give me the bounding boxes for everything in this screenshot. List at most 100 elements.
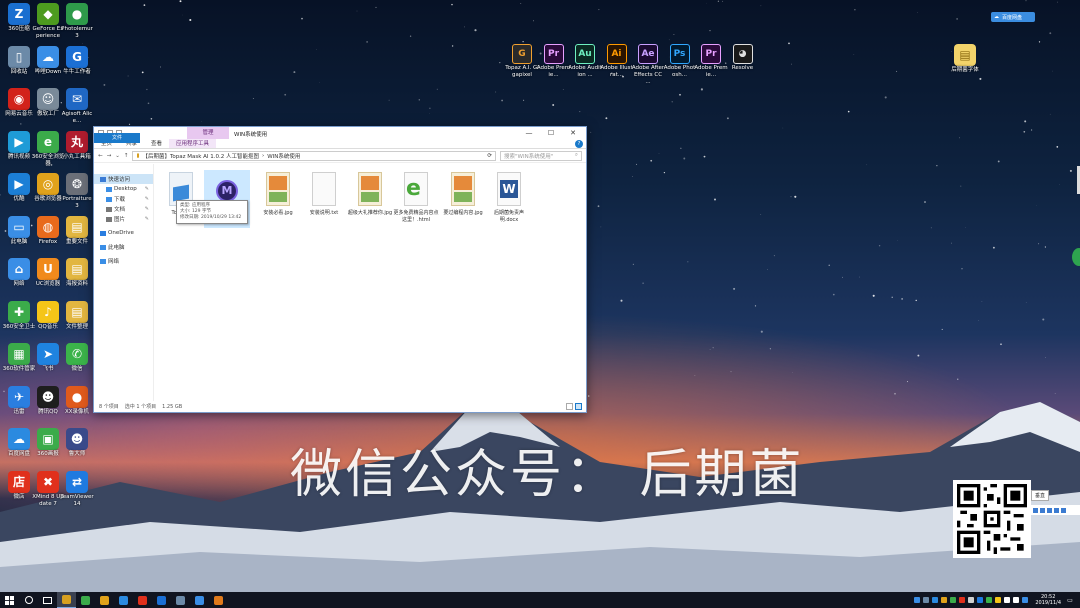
taskbar-app-button[interactable] <box>190 592 209 608</box>
desktop-icon[interactable]: ❂ Portraiture 3 <box>60 173 94 210</box>
taskbar-app-button[interactable] <box>209 592 228 608</box>
search-icon: ⌕ <box>574 152 578 158</box>
desktop-icon[interactable]: ✆ 微信 <box>60 343 94 373</box>
desktop-app-icon[interactable]: Au Adobe Audition ... <box>568 44 602 79</box>
desktop-app-icon[interactable]: G Topaz A.I. Gigapixel <box>505 44 539 79</box>
ime-keyboard-icon[interactable] <box>1040 507 1045 513</box>
cortana-button[interactable] <box>19 592 38 608</box>
desktop-app-icon[interactable]: Pr Adobe Premie... <box>694 44 728 79</box>
tray-app-icon[interactable] <box>968 597 975 603</box>
maximize-button[interactable]: ☐ <box>540 127 562 139</box>
window-title: WIN系统使用 <box>234 132 268 138</box>
app-icon: 店 <box>8 470 30 493</box>
tray-volume-icon[interactable] <box>1013 597 1020 603</box>
desktop-app-icon[interactable]: ◕ Resolve <box>726 44 760 72</box>
nav-item[interactable]: 此电脑 <box>94 242 153 252</box>
details-view-button[interactable] <box>566 403 573 410</box>
minimize-button[interactable]: — <box>518 127 540 139</box>
ime-toolbar[interactable] <box>1030 505 1080 515</box>
desktop-icon[interactable]: ▤ 重要文件 <box>60 215 94 246</box>
desktop-app-icon[interactable]: Ae Adobe After Effects CC ... <box>631 44 665 86</box>
file-explorer-window: 管理 WIN系统使用 — ☐ ✕ 文件 主页 共享 查看 应用程序工具 ? ← … <box>93 126 587 413</box>
pin-icon[interactable]: ✎ <box>145 206 149 212</box>
forward-arrow-icon[interactable]: → <box>107 153 112 159</box>
desktop-app-icon[interactable]: Pr Adobe Premie... <box>537 44 571 79</box>
tray-app-icon[interactable] <box>923 597 930 603</box>
nav-item[interactable]: OneDrive <box>94 228 153 238</box>
tray-app-icon[interactable] <box>914 597 921 603</box>
desktop-app-icon[interactable]: Ps Adobe Photosh... <box>663 44 697 79</box>
app-icon: ▤ <box>66 300 88 323</box>
tray-cloud-icon[interactable] <box>932 597 939 603</box>
address-row: ← → ⌄ ↑ ▮ 【后期菌】Topaz Mask AI 1.0.2 人工智能抠… <box>94 149 586 163</box>
up-arrow-icon[interactable]: ↑ <box>124 153 129 159</box>
nav-item[interactable]: 下载 ✎ <box>94 194 153 204</box>
desktop-icon[interactable]: ● XX录像机 <box>60 385 94 416</box>
recent-dropdown-icon[interactable]: ⌄ <box>115 153 120 159</box>
back-arrow-icon[interactable]: ← <box>98 153 103 159</box>
tray-app-icon[interactable] <box>995 597 1002 603</box>
nav-item[interactable]: Desktop ✎ <box>94 184 153 194</box>
tray-network-icon[interactable] <box>1004 597 1011 603</box>
refresh-icon[interactable]: ⟳ <box>487 153 492 159</box>
nav-item[interactable]: 快速访问 <box>94 174 153 184</box>
tab-view[interactable]: 查看 <box>144 139 169 148</box>
file-item[interactable]: 超级大礼推荐你.jpg <box>347 170 393 217</box>
desktop-icon[interactable]: ✉ Agisoft Alice... <box>60 88 94 125</box>
taskbar-app-button[interactable] <box>133 592 152 608</box>
start-button[interactable] <box>0 592 19 608</box>
desktop-icon[interactable]: 丸小丸工具箱 <box>60 130 94 161</box>
pin-icon[interactable]: ✎ <box>145 196 149 202</box>
address-bar[interactable]: ▮ 【后期菌】Topaz Mask AI 1.0.2 人工智能抠图 › WIN系… <box>132 150 496 161</box>
ime-mic-icon[interactable] <box>1033 507 1038 513</box>
nav-item[interactable]: 文档 ✎ <box>94 204 153 214</box>
tray-app-icon[interactable] <box>941 597 948 603</box>
tray-wechat-icon[interactable] <box>986 597 993 603</box>
edge-widget-icon[interactable] <box>1072 248 1080 266</box>
breadcrumb-root[interactable]: 【后期菌】Topaz Mask AI 1.0.2 人工智能抠图 <box>142 152 259 160</box>
notification-icon[interactable]: ▭ <box>1064 592 1076 608</box>
help-icon[interactable]: ? <box>575 140 583 148</box>
desktop-icon[interactable]: ⇄ TeamViewer 14 <box>60 470 94 508</box>
search-input[interactable]: 搜索"WIN系统使用" ⌕ <box>500 150 582 161</box>
desktop-icon[interactable]: ☻ 鲁大师 <box>60 428 94 458</box>
desktop-icon-font-folder[interactable]: ▤ 后期菌字体 <box>947 44 983 74</box>
task-view-button[interactable] <box>38 592 57 608</box>
file-item[interactable]: 要过编程内容.jpg <box>440 170 486 217</box>
tab-app-tools[interactable]: 应用程序工具 <box>169 139 217 148</box>
pin-icon[interactable]: ✎ <box>145 216 149 222</box>
tray-app-icon[interactable] <box>959 597 966 603</box>
file-item[interactable]: 安装必看.jpg <box>255 170 301 217</box>
baidu-netdisk-button[interactable]: ☁ 百度网盘 <box>991 12 1035 22</box>
taskbar-app-button[interactable] <box>76 592 95 608</box>
ime-settings-icon[interactable] <box>1047 507 1052 513</box>
pin-icon[interactable]: ✎ <box>145 186 149 192</box>
taskbar-app-button[interactable] <box>114 592 133 608</box>
desktop-icon[interactable]: ▤ 海报资料 <box>60 258 94 288</box>
manage-context-tab[interactable]: 管理 <box>187 127 229 139</box>
desktop-icon[interactable]: G 牛牛工作者 <box>60 45 94 76</box>
nav-item-label: OneDrive <box>108 230 134 236</box>
tab-file[interactable]: 文件 <box>94 133 140 143</box>
desktop-icon[interactable]: ▤ 文件整理 <box>60 300 94 331</box>
breadcrumb-current[interactable]: WIN系统使用 <box>267 152 300 160</box>
file-item[interactable]: 安装说明.txt <box>301 170 347 217</box>
desktop-app-icon[interactable]: Ai Adobe Illustrat... <box>600 44 634 79</box>
taskbar-app-button[interactable] <box>57 592 76 608</box>
tray-ime-icon[interactable] <box>1022 597 1029 603</box>
taskbar-app-button[interactable] <box>171 592 190 608</box>
large-icons-view-button[interactable] <box>575 403 582 410</box>
ime-tools-icon[interactable] <box>1061 507 1066 513</box>
file-item[interactable]: W 后期菌免责声明.docx <box>486 170 532 223</box>
ime-skin-icon[interactable] <box>1054 507 1059 513</box>
taskbar-app-button[interactable] <box>95 592 114 608</box>
tray-app-icon[interactable] <box>977 597 984 603</box>
nav-item[interactable]: 图片 ✎ <box>94 214 153 224</box>
taskbar-app-button[interactable] <box>152 592 171 608</box>
desktop-icon[interactable]: ● Photolemur 3 <box>60 3 94 40</box>
nav-item[interactable]: 网络 <box>94 256 153 266</box>
tray-security-icon[interactable] <box>950 597 957 603</box>
file-item[interactable]: e 更多免费精品内容点这里！.html <box>393 170 439 223</box>
close-button[interactable]: ✕ <box>562 127 584 139</box>
clock[interactable]: 20:52 2019/11/4 <box>1035 594 1061 606</box>
